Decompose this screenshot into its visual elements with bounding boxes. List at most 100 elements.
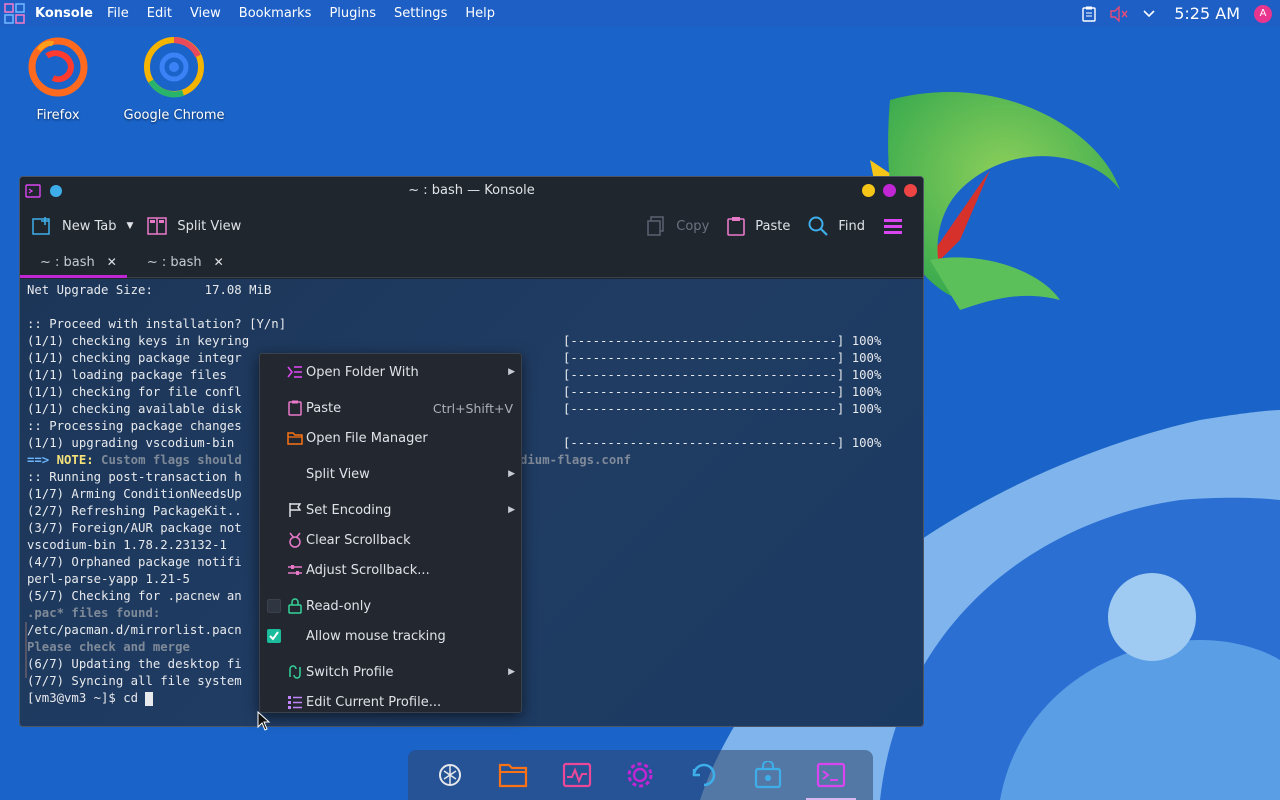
store-icon[interactable] <box>751 758 785 792</box>
read-only-checkbox[interactable] <box>267 599 281 613</box>
desktop-icon-chrome[interactable]: Google Chrome <box>119 36 229 123</box>
menu-set-encoding[interactable]: Set Encoding ▶ <box>260 495 521 525</box>
user-initial: A <box>1259 8 1267 19</box>
new-tab-label: New Tab <box>62 218 117 234</box>
submenu-arrow-icon: ▶ <box>508 667 515 677</box>
copy-label: Copy <box>676 218 710 234</box>
open-with-icon <box>287 364 303 380</box>
tab-bash-1[interactable]: ~ : bash ✕ <box>20 247 127 278</box>
progress-bar-line: [------------------------------------] 1… <box>563 385 882 399</box>
konsole-icon[interactable] <box>806 758 857 800</box>
volume-muted-icon[interactable] <box>1110 5 1128 23</box>
terminal-line: :: Proceed with installation? [Y/n] <box>27 317 287 331</box>
menu-open-file-manager[interactable]: Open File Manager <box>260 423 521 453</box>
firefox-icon <box>28 37 88 97</box>
edit-profile-icon <box>287 694 303 710</box>
split-view-button[interactable]: Split View <box>147 216 241 236</box>
menu-switch-profile[interactable]: Switch Profile ▶ <box>260 657 521 687</box>
menu-item-label: Allow mouse tracking <box>306 628 446 644</box>
copy-button[interactable]: Copy <box>646 216 709 236</box>
application-menu-icon[interactable] <box>3 2 27 26</box>
new-tab-icon <box>32 217 50 235</box>
submenu-arrow-icon: ▶ <box>508 367 515 377</box>
menu-item-label: Open Folder With <box>306 364 419 380</box>
tab-label: ~ : bash <box>40 254 95 270</box>
window-titlebar[interactable]: ~ : bash — Konsole <box>20 177 923 204</box>
new-tab-button[interactable]: New Tab ▼ <box>32 216 133 236</box>
close-tab-icon[interactable]: ✕ <box>214 255 224 269</box>
dock <box>408 750 873 800</box>
close-tab-icon[interactable]: ✕ <box>107 255 117 269</box>
desktop-icon-label: Firefox <box>36 108 80 123</box>
user-avatar[interactable]: A <box>1254 4 1272 23</box>
menu-file[interactable]: File <box>107 6 129 21</box>
launcher-icon[interactable] <box>433 758 467 792</box>
menu-open-folder-with[interactable]: Open Folder With ▶ <box>260 357 521 387</box>
menu-paste[interactable]: Paste Ctrl+Shift+V <box>260 393 521 423</box>
menu-item-label: Set Encoding <box>306 502 392 518</box>
folder-icon <box>287 430 303 446</box>
terminal-line: Net Upgrade Size: 17.08 MiB <box>27 283 272 297</box>
tab-bash-2[interactable]: ~ : bash ✕ <box>127 247 234 277</box>
menu-view[interactable]: View <box>190 6 221 21</box>
clipboard-icon[interactable] <box>1080 5 1098 23</box>
find-button[interactable]: Find <box>808 216 865 236</box>
split-view-icon <box>147 217 168 235</box>
clock[interactable]: 5:25 AM <box>1174 4 1240 23</box>
adjust-icon <box>287 562 303 578</box>
paste-icon <box>287 400 303 416</box>
menu-item-label: Read-only <box>306 598 372 614</box>
menu-clear-scrollback[interactable]: Clear Scrollback <box>260 525 521 555</box>
minimize-button[interactable] <box>862 184 875 197</box>
note-text: Custom flags should <box>93 453 242 467</box>
close-window-button[interactable] <box>904 184 917 197</box>
find-label: Find <box>838 218 865 234</box>
desktop-icon-label: Google Chrome <box>123 108 225 123</box>
progress-bar-line: [------------------------------------] 1… <box>563 402 882 416</box>
settings-icon[interactable] <box>623 758 657 792</box>
menu-help[interactable]: Help <box>465 6 495 21</box>
menu-edit[interactable]: Edit <box>147 6 172 21</box>
active-app-name: Konsole <box>35 6 93 21</box>
menu-bookmarks[interactable]: Bookmarks <box>239 6 312 21</box>
progress-bar-line <box>563 418 881 435</box>
menu-plugins[interactable]: Plugins <box>329 6 376 21</box>
menu-adjust-scrollback[interactable]: Adjust Scrollback... <box>260 555 521 585</box>
paste-icon <box>727 217 746 236</box>
tab-label: ~ : bash <box>146 254 202 270</box>
updater-icon[interactable] <box>687 758 721 792</box>
menu-settings[interactable]: Settings <box>394 6 447 21</box>
menu-split-view[interactable]: Split View ▶ <box>260 459 521 489</box>
hamburger-menu-button[interactable] <box>883 217 913 235</box>
menu-item-label: Clear Scrollback <box>306 532 411 548</box>
copy-icon <box>647 216 665 236</box>
flag-icon <box>287 502 303 518</box>
top-panel: Konsole File Edit View Bookmarks Plugins… <box>0 0 1280 27</box>
menu-shortcut: Ctrl+Shift+V <box>432 400 513 416</box>
lock-icon <box>287 598 303 614</box>
menu-edit-current-profile[interactable]: Edit Current Profile... <box>260 687 521 717</box>
paste-label: Paste <box>755 218 791 234</box>
maximize-button[interactable] <box>883 184 896 197</box>
menu-item-label: Switch Profile <box>306 664 394 680</box>
new-tab-dropdown-icon[interactable]: ▼ <box>127 221 134 231</box>
mouse-tracking-checkbox[interactable] <box>267 629 281 643</box>
search-icon <box>808 216 829 236</box>
system-tray: 5:25 AM A <box>1080 0 1280 27</box>
paste-button[interactable]: Paste <box>727 216 790 236</box>
menu-read-only[interactable]: Read-only <box>260 591 521 621</box>
file-manager-icon[interactable] <box>496 758 530 792</box>
note-tail: dium-flags.conf <box>520 453 632 467</box>
konsole-toolbar: New Tab ▼ Split View Copy Paste Find <box>20 204 923 248</box>
menu-allow-mouse-tracking[interactable]: Allow mouse tracking <box>260 621 521 651</box>
system-monitor-icon[interactable] <box>560 758 594 792</box>
clear-icon <box>287 532 303 548</box>
scroll-marker <box>25 622 27 678</box>
window-title: ~ : bash — Konsole <box>408 183 535 198</box>
menu-item-label: Paste <box>306 400 342 416</box>
desktop-icon-firefox[interactable]: Firefox <box>3 36 113 123</box>
switch-profile-icon <box>287 664 303 680</box>
split-view-label: Split View <box>177 218 242 234</box>
chevron-down-icon[interactable] <box>1140 5 1158 23</box>
